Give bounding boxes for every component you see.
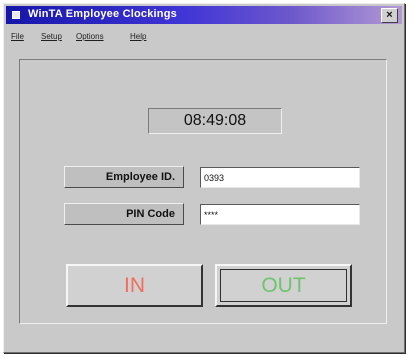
- pin-code-field[interactable]: [200, 204, 360, 225]
- employee-id-field[interactable]: [200, 167, 360, 188]
- clock-in-button[interactable]: IN: [66, 264, 203, 307]
- window-icon: [12, 11, 20, 19]
- clock-out-button[interactable]: OUT: [215, 264, 352, 307]
- close-button[interactable]: ×: [381, 8, 398, 23]
- clock-display: 08:49:08: [148, 108, 282, 134]
- menu-setup[interactable]: Setup: [41, 32, 62, 41]
- menu-bar: File Setup Options Help: [6, 30, 402, 48]
- close-icon: ×: [386, 9, 393, 21]
- title-bar: WinTA Employee Clockings ×: [6, 6, 402, 24]
- menu-file[interactable]: File: [11, 32, 24, 41]
- focus-ring: [220, 269, 347, 302]
- menu-help[interactable]: Help: [130, 32, 146, 41]
- menu-options[interactable]: Options: [76, 32, 104, 41]
- window-title: WinTA Employee Clockings: [28, 8, 177, 20]
- employee-id-label: Employee ID.: [64, 166, 184, 188]
- app-window: WinTA Employee Clockings × File Setup Op…: [3, 3, 405, 353]
- pin-code-label: PIN Code: [64, 203, 184, 225]
